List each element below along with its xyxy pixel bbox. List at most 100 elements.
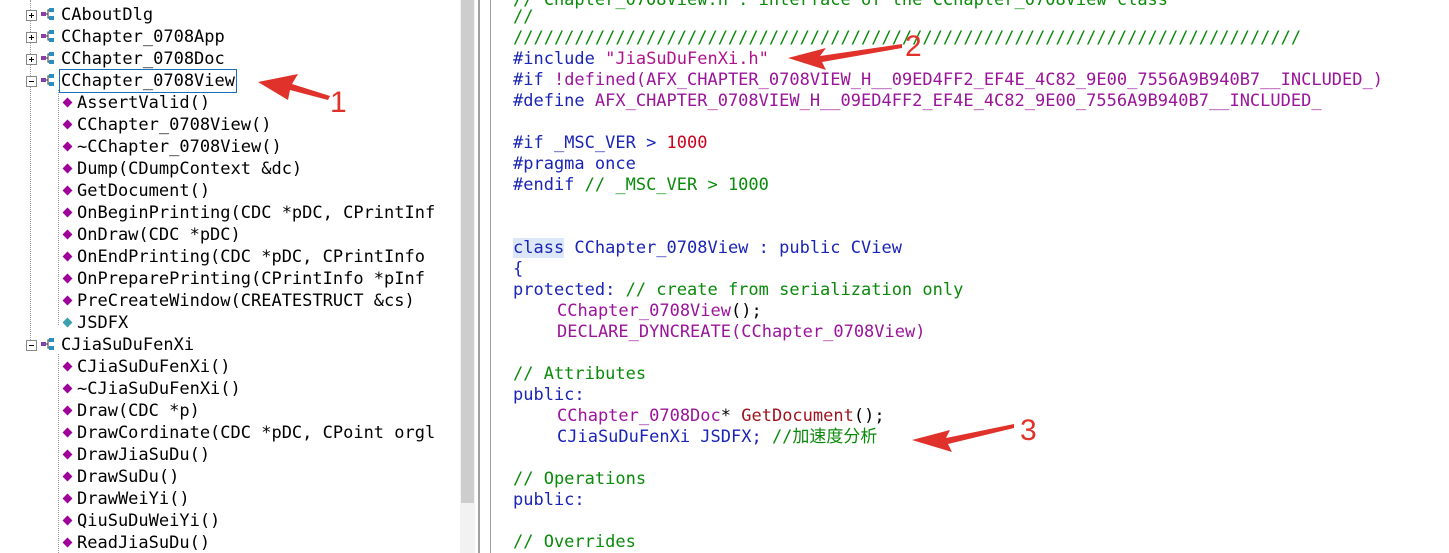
tree-member-label: Draw(CDC *p) [77,401,200,421]
code-token: * [720,406,742,426]
expand-icon[interactable] [26,10,37,21]
tree-member[interactable]: DrawWeiYi() [60,488,190,510]
code-token: "JiaSuDuFenXi.h" [605,49,769,69]
tree-item-label: CAboutDlg [61,5,154,25]
code-token: #if [513,70,544,90]
code-token: GetDocument [741,406,854,426]
code-line: #pragma once [513,154,636,175]
code-token: // create from serialization only [615,280,964,300]
tree-member-label: OnEndPrinting(CDC *pDC, CPrintInfo [77,247,425,267]
expand-icon[interactable] [26,32,37,43]
method-icon [62,449,73,459]
method-icon [62,141,73,151]
code-line: // [513,7,534,27]
method-icon [62,405,73,415]
code-token: // _MSC_VER > 1000 [574,175,769,195]
tree-scrollbar-thumb[interactable] [461,0,474,503]
tree-member-label: JSDFX [77,313,129,333]
tree-member-label: QiuSuDuWeiYi() [77,511,221,531]
class-icon [41,52,54,64]
code-token: #pragma [513,154,585,174]
class-icon [41,8,54,20]
tree-member[interactable]: PreCreateWindow(CREATESTRUCT &cs) [60,290,415,312]
method-icon [62,515,73,525]
code-line: // Chapter_0708View.h : interface of the… [513,0,1169,10]
method-icon [62,229,73,239]
tree-item-label: CChapter_0708Doc [61,49,225,69]
tree-member[interactable]: GetDocument() [60,180,210,202]
protected-method-icon [62,273,73,283]
code-token: //加速度分析 [761,427,878,447]
code-token: #define [513,91,585,111]
code-token: (); [853,406,885,426]
code-line: CChapter_0708View(); [557,301,762,322]
code-line: // Attributes [513,364,647,384]
editor-gutter [491,0,511,553]
code-token: protected: [513,280,616,300]
tree-member[interactable]: OnEndPrinting(CDC *pDC, CPrintInfo [60,246,425,268]
tree-member[interactable]: DrawJiaSuDu() [60,444,210,466]
tree-member-label: ReadJiaSuDu() [77,533,211,553]
code-line: // Overrides [513,532,636,552]
code-token: (CChapter_0708View) [731,322,926,342]
collapse-icon[interactable] [26,340,37,351]
tree-item-label: CChapter_0708App [61,27,225,47]
code-line-member: CJiaSuDuFenXi JSDFX; //加速度分析 [557,427,877,448]
code-line: DECLARE_DYNCREATE(CChapter_0708View) [557,322,925,343]
tree-member[interactable]: ReadJiaSuDu() [60,532,210,553]
class-icon [41,338,54,350]
class-view-tree[interactable]: CAboutDlg CChapter_0708App CChapter_0708… [0,0,460,553]
tree-member[interactable]: Draw(CDC *p) [60,400,200,422]
code-line: CChapter_0708Doc* GetDocument(); [557,406,885,427]
tree-member[interactable]: CJiaSuDuFenXi() [60,356,231,378]
tree-member[interactable]: ~CChapter_0708View() [60,136,282,158]
tree-member[interactable]: JSDFX [60,312,128,334]
method-icon [62,493,73,503]
code-line-include: #include "JiaSuDuFenXi.h" [513,49,769,70]
tree-member-label: PreCreateWindow(CREATESTRUCT &cs) [77,291,415,311]
tree-member[interactable]: QiuSuDuWeiYi() [60,510,220,532]
protected-method-icon [62,207,73,217]
tree-member[interactable]: ~CJiaSuDuFenXi() [60,378,241,400]
annotation-label-3: 3 [1020,414,1037,447]
tree-member-label: AssertValid() [77,93,211,113]
tree-member-label: Dump(CDumpContext &dc) [77,159,303,179]
tree-member[interactable]: DrawCordinate(CDC *pDC, CPoint orgl [60,422,435,444]
expand-icon[interactable] [26,54,37,65]
method-icon [62,295,73,305]
protected-method-icon [62,119,73,129]
tree-member-label: GetDocument() [77,181,211,201]
code-token: _MSC_VER > [543,133,667,153]
tree-member[interactable]: Dump(CDumpContext &dc) [60,158,302,180]
code-token: (); [731,301,762,321]
method-icon [62,361,73,371]
tree-member[interactable]: AssertValid() [60,92,210,114]
tree-member-label: DrawJiaSuDu() [77,445,211,465]
code-token: CJiaSuDuFenXi JSDFX; [557,427,762,447]
code-line: // Operations [513,469,647,489]
tree-member[interactable]: OnPreparePrinting(CPrintInfo *pInf [60,268,425,290]
tree-member[interactable]: CChapter_0708View() [60,114,271,136]
tree-member-label: OnDraw(CDC *pDC) [77,225,241,245]
tree-member[interactable]: DrawSuDu() [60,466,179,488]
member-variable-icon [62,317,73,327]
method-icon [62,97,73,107]
method-icon [62,383,73,393]
tree-member[interactable]: OnBeginPrinting(CDC *pDC, CPrintInf [60,202,435,224]
tree-member[interactable]: OnDraw(CDC *pDC) [60,224,241,246]
tree-member-label: CJiaSuDuFenXi() [77,357,231,377]
tree-member-label: ~CChapter_0708View() [77,137,282,157]
collapse-icon[interactable] [26,76,37,87]
pane-splitter[interactable] [478,0,480,553]
tree-member-label: OnBeginPrinting(CDC *pDC, CPrintInf [77,203,436,223]
code-editor[interactable]: // Chapter_0708View.h : interface of the… [513,0,1449,553]
tree-member-label: DrawWeiYi() [77,489,190,509]
class-icon [41,74,54,86]
code-token: once [584,154,636,174]
method-icon [62,471,73,481]
code-token: #endif [513,175,575,195]
code-token: CChapter_0708Doc [557,406,721,426]
code-line: #if !defined(AFX_CHAPTER_0708VIEW_H__09E… [513,70,1383,91]
code-token: DECLARE_DYNCREATE [557,322,731,342]
code-line: public: [513,385,585,405]
